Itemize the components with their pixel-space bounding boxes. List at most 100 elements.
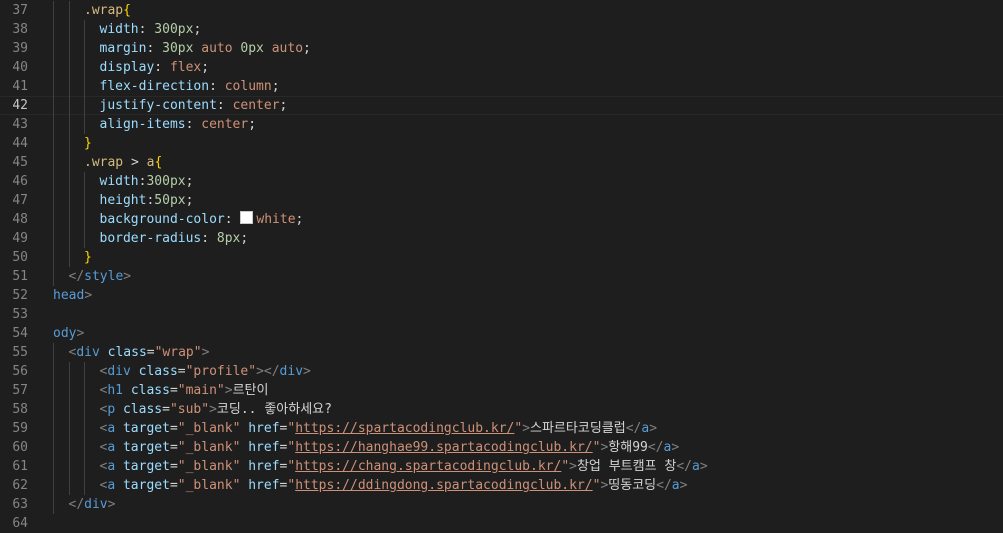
line-number: 56 (12, 364, 28, 379)
tag-bracket: </ (625, 421, 642, 436)
punctuation: : (185, 117, 202, 132)
code-text: head> (53, 286, 92, 305)
punctuation: ; (279, 98, 288, 113)
code-line[interactable]: 47 height:50px; (0, 191, 1003, 210)
code-line[interactable]: 63 </div> (0, 495, 1003, 514)
code-line[interactable]: 58 <p class="sub">코딩.. 좋아하세요? (0, 400, 1003, 419)
code-line[interactable]: 56 <div class="profile"></div> (0, 362, 1003, 381)
code-line[interactable]: 43 align-items: center; (0, 115, 1003, 134)
code-line[interactable]: 38 width: 300px; (0, 20, 1003, 39)
punctuation: = (169, 459, 178, 474)
code-line[interactable]: 62 <a target="_blank" href="https://dding… (0, 476, 1003, 495)
tag-bracket: > (209, 402, 217, 417)
code-line[interactable]: 46 width:300px; (0, 172, 1003, 191)
line-number: 57 (12, 383, 28, 398)
indent-guide (53, 58, 54, 77)
code-line[interactable]: 51 </style> (0, 267, 1003, 286)
code-text: } (84, 134, 92, 153)
line-number: 44 (12, 136, 28, 151)
code-line[interactable]: 52 head> (0, 286, 1003, 305)
code-text: width: 300px; (100, 20, 202, 39)
punctuation: = (169, 440, 178, 455)
indent-guide (53, 438, 54, 457)
indent-guide (84, 58, 85, 77)
indent-guide (68, 457, 70, 476)
indent-guide (84, 229, 85, 248)
indent-guide (53, 400, 54, 419)
punctuation (115, 402, 123, 417)
code-text: flex-direction: column; (100, 77, 280, 96)
string-value: "_blank" (177, 478, 241, 493)
code-line[interactable]: 55 <div class="wrap"> (0, 343, 1003, 362)
tag-name: div (84, 497, 108, 512)
attribute-name: class (130, 383, 170, 398)
code-line[interactable]: 40 display: flex; (0, 58, 1003, 77)
tag-name: ody (53, 326, 77, 341)
code-line[interactable]: 61 <a target="_blank" href="https://chang… (0, 457, 1003, 476)
tag-name: a (107, 440, 116, 455)
code-text: <div class="profile"></div> (100, 362, 311, 381)
tag-name: a (107, 478, 116, 493)
code-line[interactable]: 37 .wrap{ (0, 1, 1003, 20)
text-content: 르탄이 (232, 383, 269, 398)
indent-guide (53, 115, 54, 134)
code-line[interactable]: 60 <a target="_blank" href="https://hangh… (0, 438, 1003, 457)
css-property: width (99, 22, 139, 37)
indent-guide (68, 58, 70, 77)
indent-guide (84, 476, 85, 495)
code-line[interactable]: 41 flex-direction: column; (0, 77, 1003, 96)
punctuation (264, 41, 272, 56)
indent-guide (68, 400, 70, 419)
indent-guide (68, 248, 70, 267)
punctuation: = (169, 478, 178, 493)
code-line[interactable]: 57 <h1 class="main">르탄이 (0, 381, 1003, 400)
code-line[interactable]: 50} (0, 248, 1003, 267)
css-property: flex-direction (99, 79, 210, 94)
indent-guide (68, 381, 70, 400)
line-number: 49 (12, 231, 28, 246)
url-link[interactable]: https://chang.spartacodingclub.kr/ (295, 459, 561, 474)
attribute-name: target (122, 459, 170, 474)
code-text: <a target="_blank" href="https://hanghae… (100, 438, 680, 457)
code-line[interactable]: 53 (0, 305, 1003, 324)
code-line[interactable]: 45 .wrap > a{ (0, 153, 1003, 172)
line-number: 41 (12, 79, 28, 94)
tag-name: a (671, 478, 680, 493)
indent-guide (53, 134, 54, 153)
code-text: justify-content: center; (100, 96, 288, 115)
indent-guide (68, 229, 70, 248)
line-number: 39 (12, 41, 28, 56)
attribute-name: target (122, 440, 170, 455)
code-line[interactable]: 39 margin: 30px auto 0px auto; (0, 39, 1003, 58)
code-line[interactable]: 59 <a target="_blank" href="https://spart… (0, 419, 1003, 438)
tag-name: style (84, 269, 124, 284)
url-link[interactable]: https://ddingdong.spartacodingclub.kr/ (295, 478, 592, 493)
code-line[interactable]: 42 justify-content: center; (0, 96, 1003, 115)
url-link[interactable]: https://hanghae99.spartacodingclub.kr/ (295, 440, 592, 455)
string-value: "_blank" (177, 459, 241, 474)
tag-bracket: > (522, 421, 531, 436)
indent-guide (84, 172, 85, 191)
tag-name: a (107, 459, 116, 474)
tag-name: div (107, 364, 131, 379)
indent-guide (53, 457, 54, 476)
color-swatch-icon[interactable] (240, 211, 254, 224)
code-line[interactable]: 44} (0, 134, 1003, 153)
url-link[interactable]: https://spartacodingclub.kr/ (295, 421, 514, 436)
code-text: <a target="_blank" href="https://spartac… (100, 419, 658, 438)
indent-guide (84, 96, 85, 115)
code-editor[interactable]: 37 .wrap{38 width: 300px; 39 margin: 30px au… (0, 0, 1003, 531)
code-line[interactable]: 54 ody> (0, 324, 1003, 343)
line-number: 45 (12, 155, 28, 170)
css-property: align-items (99, 117, 186, 132)
indent-guide (53, 495, 54, 514)
attribute-name: href (248, 478, 280, 493)
code-text: margin: 30px auto 0px auto; (100, 39, 311, 58)
indent-guide (84, 381, 85, 400)
punctuation: ; (185, 174, 194, 189)
code-line[interactable]: 48 background-color: white; (0, 210, 1003, 229)
css-selector: .wrap (84, 155, 124, 170)
code-line[interactable]: 49 border-radius: 8px; (0, 229, 1003, 248)
attribute-name: class (138, 364, 178, 379)
css-property: width (99, 174, 139, 189)
